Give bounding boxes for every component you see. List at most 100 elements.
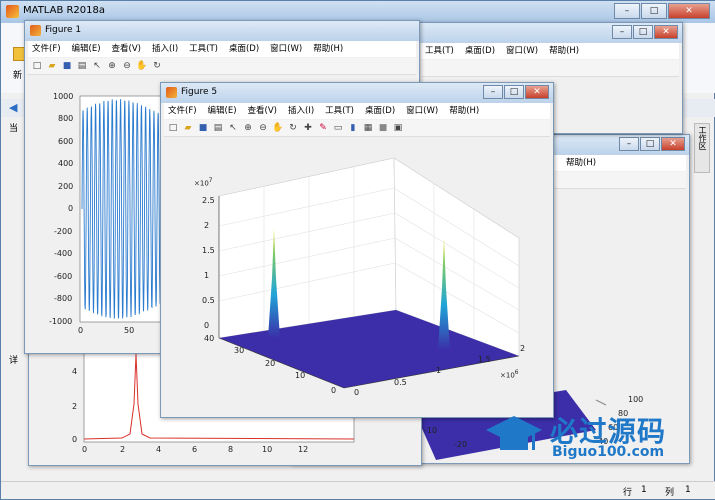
y-tick: -1000 [49, 317, 73, 326]
save-icon[interactable]: ■ [61, 60, 73, 72]
minimize-button[interactable]: – [612, 25, 632, 39]
pointer-icon[interactable]: ↖ [91, 60, 103, 72]
graduation-cap-icon [486, 414, 542, 458]
matlab-logo-icon [6, 5, 19, 18]
close-button[interactable]: ✕ [668, 3, 710, 19]
pan-icon[interactable]: ✋ [272, 122, 284, 134]
watermark-url: Biguo100.com [552, 444, 665, 460]
close-button[interactable]: ✕ [661, 137, 685, 151]
dock-icon[interactable]: ▣ [392, 122, 404, 134]
window-controls: – □ ✕ [614, 3, 710, 19]
x-tick: 0.5 [394, 378, 407, 387]
left-label-current: 当 [9, 124, 19, 134]
y-tick: 0 [331, 386, 337, 395]
y-tick: 1000 [53, 92, 74, 101]
x-exponent: ×106 [500, 370, 519, 380]
menu-help[interactable]: 帮助(H) [449, 103, 479, 119]
menu-window[interactable]: 窗口(W) [506, 43, 538, 59]
pointer-icon[interactable]: ↖ [227, 122, 239, 134]
workspace-side-tab[interactable]: 工作区 [694, 123, 710, 173]
menu-insert[interactable]: 插入(I) [288, 103, 314, 119]
menu-file[interactable]: 文件(F) [168, 103, 197, 119]
open-icon[interactable]: ▰ [46, 60, 58, 72]
status-row-label: 行 [623, 488, 633, 498]
link-icon[interactable]: ▭ [332, 122, 344, 134]
x-tick: 0 [78, 326, 84, 335]
minimize-button[interactable]: – [614, 3, 640, 19]
menu-desktop[interactable]: 桌面(D) [365, 103, 395, 119]
minimize-button[interactable]: – [619, 137, 639, 151]
new-file-icon[interactable]: □ [167, 122, 179, 134]
menu-insert[interactable]: 插入(I) [152, 41, 178, 57]
menu-window[interactable]: 窗口(W) [270, 41, 302, 57]
data-cursor-icon[interactable]: ✚ [302, 122, 314, 134]
menu-edit[interactable]: 编辑(E) [72, 41, 101, 57]
status-bar: 行 1 列 1 [1, 481, 715, 499]
back-arrow-icon[interactable]: ◀ [9, 101, 17, 114]
y-tick: 200 [58, 182, 74, 191]
y-tick: -400 [54, 249, 73, 258]
zoom-out-icon[interactable]: ⊖ [121, 60, 133, 72]
save-icon[interactable]: ■ [197, 122, 209, 134]
menu-edit[interactable]: 编辑(E) [208, 103, 237, 119]
x-tick: -20 [454, 440, 468, 449]
minimize-button[interactable]: – [483, 85, 503, 99]
y-tick: 400 [58, 159, 74, 168]
print-icon[interactable]: ▤ [76, 60, 88, 72]
menu-tools[interactable]: 工具(T) [425, 43, 454, 59]
pan-icon[interactable]: ✋ [136, 60, 148, 72]
colorbar-icon[interactable]: ▮ [347, 122, 359, 134]
y-tick: 100 [628, 395, 644, 404]
zoom-in-icon[interactable]: ⊕ [242, 122, 254, 134]
hide-icon[interactable]: ■ [377, 122, 389, 134]
menu-help[interactable]: 帮助(H) [549, 43, 579, 59]
menu-view[interactable]: 查看(V) [112, 41, 141, 57]
menu-desktop[interactable]: 桌面(D) [465, 43, 495, 59]
matlab-figure-icon [166, 87, 177, 98]
maximize-button[interactable]: □ [640, 137, 660, 151]
print-icon[interactable]: ▤ [212, 122, 224, 134]
menu-tools[interactable]: 工具(T) [325, 103, 354, 119]
y-tick: 2 [72, 402, 78, 411]
rotate-icon[interactable]: ↻ [151, 60, 163, 72]
zoom-in-icon[interactable]: ⊕ [106, 60, 118, 72]
y-tick: 30 [234, 346, 245, 355]
zoom-out-icon[interactable]: ⊖ [257, 122, 269, 134]
status-col-value: 1 [685, 485, 691, 495]
close-button[interactable]: ✕ [654, 25, 678, 39]
menu-window[interactable]: 窗口(W) [406, 103, 438, 119]
maximize-button[interactable]: □ [641, 3, 667, 19]
figure-5-menubar: 文件(F) 编辑(E) 查看(V) 插入(I) 工具(T) 桌面(D) 窗口(W… [164, 103, 550, 119]
rotate-icon[interactable]: ↻ [287, 122, 299, 134]
brush-icon[interactable]: ✎ [317, 122, 329, 134]
open-icon[interactable]: ▰ [182, 122, 194, 134]
x-tick: 1.5 [478, 355, 491, 364]
menu-file[interactable]: 文件(F) [32, 41, 61, 57]
maximize-button[interactable]: □ [633, 25, 653, 39]
x-tick: 2 [120, 445, 126, 454]
z-tick: 0 [204, 321, 210, 330]
z-exponent: ×107 [194, 178, 213, 188]
menu-tools[interactable]: 工具(T) [189, 41, 218, 57]
figure-5-toolbar: □ ▰ ■ ▤ ↖ ⊕ ⊖ ✋ ↻ ✚ ✎ ▭ ▮ ▦ ■ ▣ [164, 120, 550, 137]
menu-desktop[interactable]: 桌面(D) [229, 41, 259, 57]
x-tick: 4 [156, 445, 162, 454]
left-label-detail: 详 [9, 356, 19, 366]
new-file-icon[interactable]: □ [31, 60, 43, 72]
z-tick: 0.5 [202, 296, 215, 305]
figure-5-svg [218, 157, 520, 389]
grid-line [595, 399, 607, 406]
figure-1-menubar: 文件(F) 编辑(E) 查看(V) 插入(I) 工具(T) 桌面(D) 窗口(W… [28, 41, 416, 57]
app-title: MATLAB R2018a [23, 5, 106, 16]
legend-icon[interactable]: ▦ [362, 122, 374, 134]
menu-help[interactable]: 帮助(H) [313, 41, 343, 57]
z-tick: 1 [204, 271, 210, 280]
menu-help[interactable]: 帮助(H) [566, 155, 596, 171]
menu-view[interactable]: 查看(V) [248, 103, 277, 119]
maximize-button[interactable]: □ [504, 85, 524, 99]
close-button[interactable]: ✕ [525, 85, 549, 99]
figure-1-title: Figure 1 [45, 25, 82, 35]
y-tick: 600 [58, 137, 74, 146]
figure-5-plot: ×107 2.5 2 1.5 1 0.5 0 40 30 20 10 0 0 0… [164, 138, 550, 414]
x-tick: -10 [424, 426, 438, 435]
